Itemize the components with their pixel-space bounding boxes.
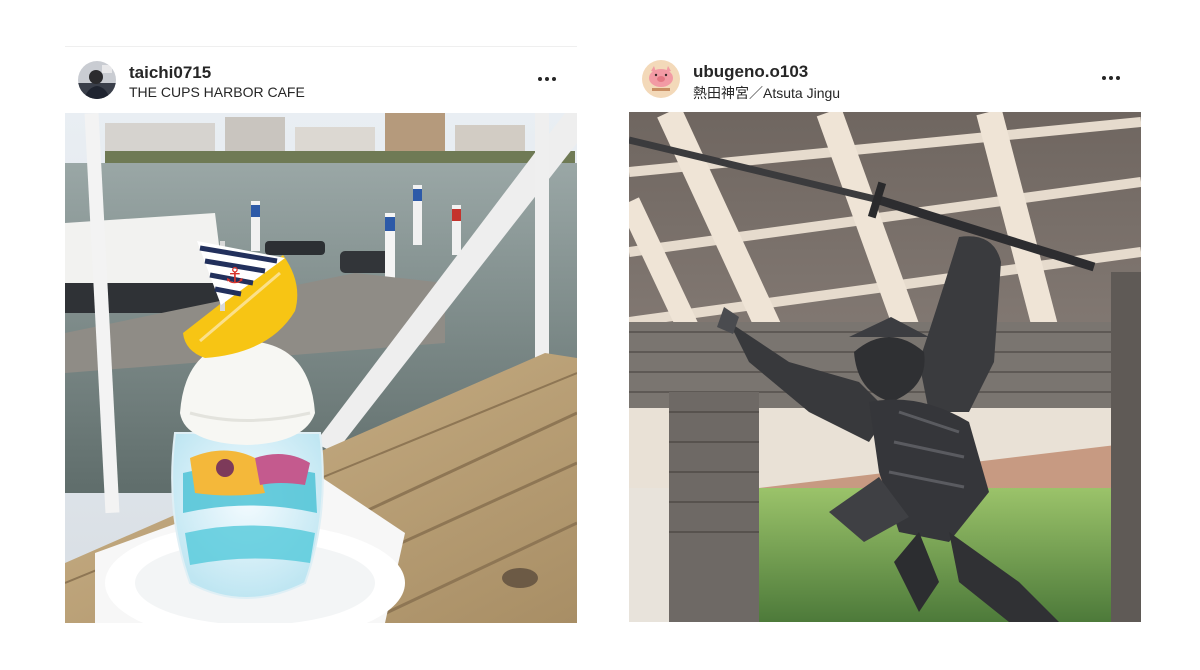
user-avatar-icon[interactable] <box>78 61 116 99</box>
username[interactable]: ubugeno.o103 <box>693 62 808 82</box>
post-image-samurai-statue[interactable] <box>629 112 1141 622</box>
username[interactable]: taichi0715 <box>129 63 211 83</box>
post-card: ubugeno.o103 熱田神宮／Atsuta Jingu <box>629 46 1141 622</box>
post-card: taichi0715 THE CUPS HARBOR CAFE ⚓ <box>65 46 577 623</box>
post-header: taichi0715 THE CUPS HARBOR CAFE <box>65 47 577 113</box>
post-header: ubugeno.o103 熱田神宮／Atsuta Jingu <box>629 46 1141 112</box>
location-link[interactable]: THE CUPS HARBOR CAFE <box>129 84 305 100</box>
more-options-icon[interactable] <box>535 67 559 91</box>
more-options-icon[interactable] <box>1099 66 1123 90</box>
pig-logo-avatar-icon[interactable] <box>642 60 680 98</box>
svg-text:⚓: ⚓ <box>225 264 245 289</box>
location-link[interactable]: 熱田神宮／Atsuta Jingu <box>693 83 840 103</box>
post-image-parfait[interactable]: ⚓ <box>65 113 577 623</box>
